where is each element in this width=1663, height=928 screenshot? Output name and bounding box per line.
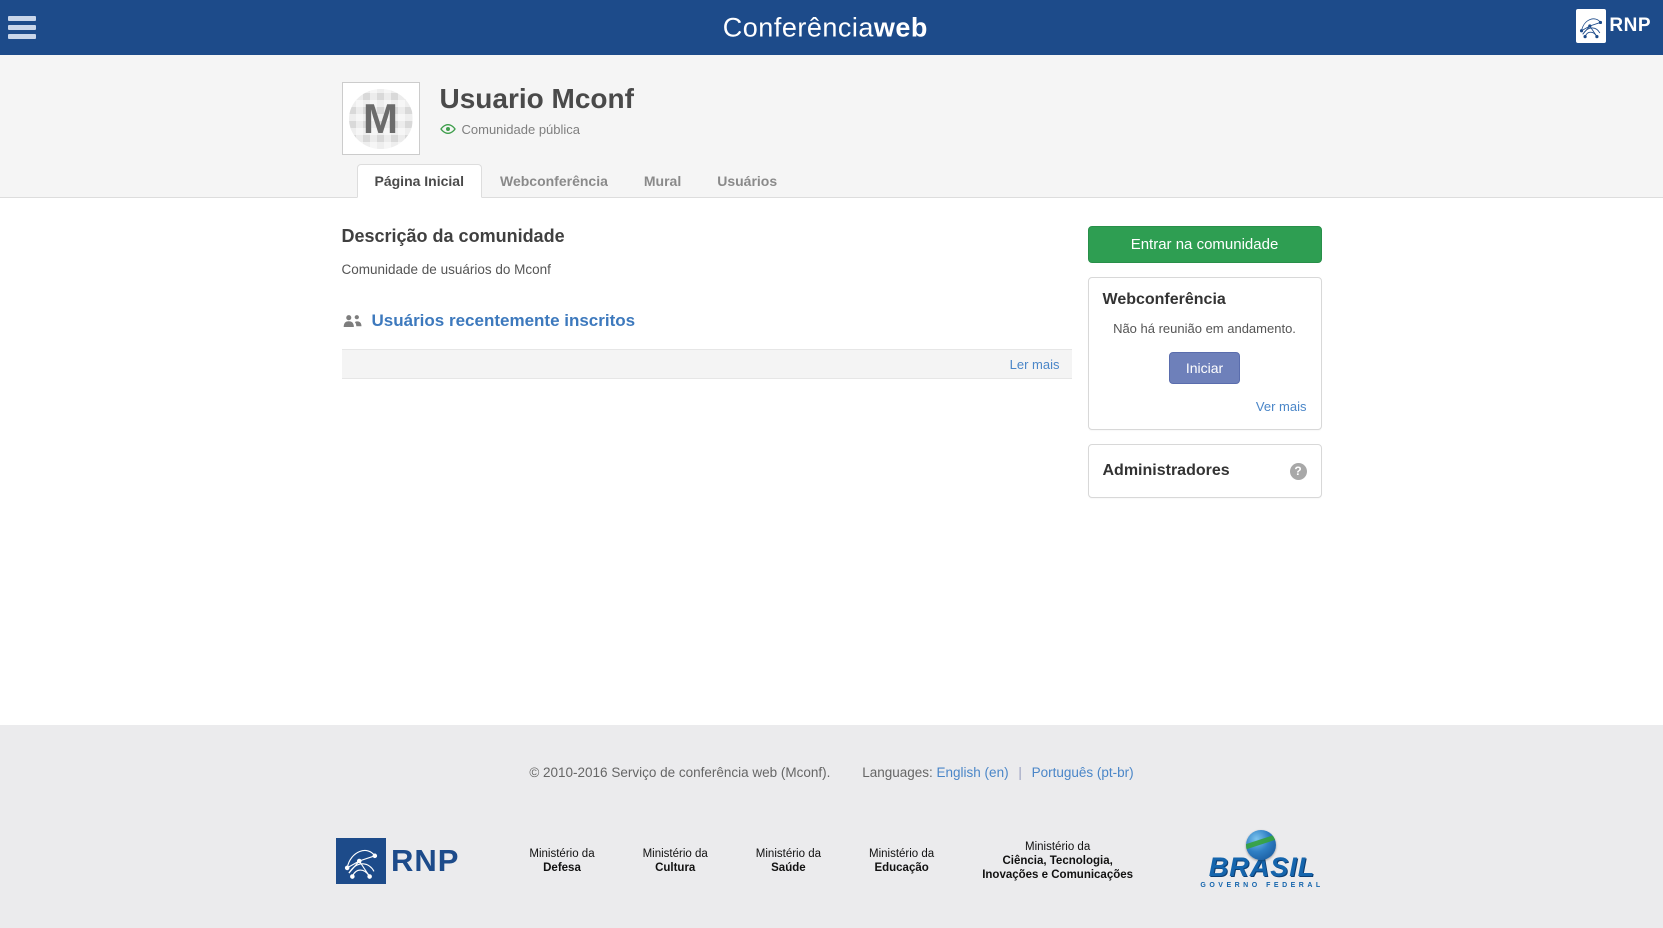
- languages-label: Languages:: [862, 765, 933, 780]
- help-icon[interactable]: ?: [1290, 463, 1307, 480]
- webconference-card: Webconferência Não há reunião em andamen…: [1088, 277, 1322, 430]
- brasil-globe-icon: [1246, 830, 1276, 860]
- visibility-label: Comunidade pública: [462, 122, 581, 137]
- brand-bold: web: [874, 12, 928, 42]
- language-separator: |: [1018, 765, 1022, 780]
- recent-users-footer-row: Ler mais: [342, 349, 1072, 379]
- tab-mural[interactable]: Mural: [626, 164, 699, 198]
- eye-icon: [440, 123, 456, 135]
- ministry-saude: Ministério da Saúde: [756, 847, 821, 875]
- language-link-en[interactable]: English (en): [937, 765, 1009, 780]
- admins-title: Administradores: [1103, 462, 1230, 480]
- rnp-label: RNP: [1609, 15, 1651, 37]
- profile-band: M Usuario Mconf Comunidade pública Págin…: [0, 55, 1663, 198]
- tab-usuarios[interactable]: Usuários: [699, 164, 795, 198]
- rnp-network-icon: [1576, 9, 1606, 43]
- language-link-pt[interactable]: Português (pt-br): [1032, 765, 1134, 780]
- tab-pagina-inicial[interactable]: Página Inicial: [357, 164, 482, 198]
- description-text: Comunidade de usuários do Mconf: [342, 262, 1072, 277]
- rnp-logo[interactable]: RNP: [1576, 9, 1651, 43]
- brasil-subtitle: GOVERNO FEDERAL: [1197, 882, 1327, 889]
- tab-webconferencia[interactable]: Webconferência: [482, 164, 626, 198]
- admins-card: Administradores ?: [1088, 444, 1322, 498]
- avatar: M: [342, 82, 420, 155]
- recent-users-title: Usuários recentemente inscritos: [372, 311, 636, 331]
- top-navbar: Conferênciaweb RNP: [0, 0, 1663, 55]
- start-meeting-button[interactable]: Iniciar: [1169, 352, 1240, 384]
- webconference-status: Não há reunião em andamento.: [1103, 321, 1307, 336]
- rnp-footer-label: RNP: [391, 843, 459, 879]
- sponsor-logos: RNP Ministério da Defesa Ministério da C…: [0, 832, 1663, 889]
- avatar-letter: M: [349, 89, 413, 149]
- see-more-link[interactable]: Ver mais: [1256, 399, 1307, 414]
- ministry-ciencia: Ministério da Ciência, Tecnologia, Inova…: [982, 840, 1133, 882]
- main-content: Descrição da comunidade Comunidade de us…: [0, 198, 1663, 725]
- ministry-cultura: Ministério da Cultura: [643, 847, 708, 875]
- description-title: Descrição da comunidade: [342, 226, 1072, 247]
- users-icon: [342, 314, 364, 329]
- footer: © 2010-2016 Serviço de conferência web (…: [0, 725, 1663, 928]
- sidebar: Entrar na comunidade Webconferência Não …: [1088, 226, 1322, 498]
- join-community-button[interactable]: Entrar na comunidade: [1088, 226, 1322, 263]
- read-more-link[interactable]: Ler mais: [1010, 357, 1060, 372]
- community-name: Usuario Mconf: [440, 84, 634, 115]
- copyright-text: © 2010-2016 Serviço de conferência web (…: [529, 765, 830, 780]
- page: Conferênciaweb RNP: [0, 0, 1663, 928]
- rnp-footer-network-icon: [336, 838, 386, 884]
- ministry-defesa: Ministério da Defesa: [529, 847, 594, 875]
- tab-bar: Página Inicial Webconferência Mural Usuá…: [342, 164, 1322, 197]
- menu-icon[interactable]: [6, 14, 38, 45]
- ministry-educacao: Ministério da Educação: [869, 847, 934, 875]
- app-logo[interactable]: Conferênciaweb: [723, 12, 928, 43]
- brasil-governo-federal-logo: BRASIL GOVERNO FEDERAL: [1197, 832, 1327, 889]
- rnp-footer-logo: RNP: [336, 838, 459, 884]
- brand-light: Conferência: [723, 12, 874, 42]
- webconference-title: Webconferência: [1103, 291, 1307, 309]
- visibility-row: Comunidade pública: [440, 122, 634, 137]
- recent-users-heading: Usuários recentemente inscritos: [342, 311, 1072, 331]
